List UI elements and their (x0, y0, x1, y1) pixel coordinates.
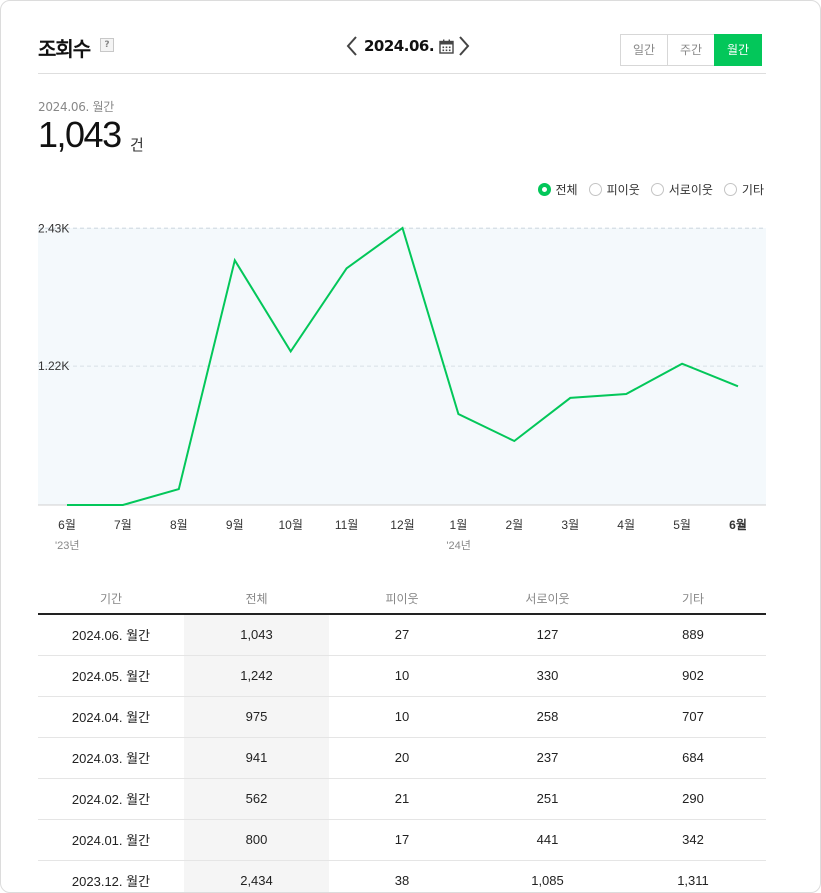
table-cell: 20 (329, 737, 475, 779)
table-cell: 38 (329, 860, 475, 892)
period-toggle: 일간 주간 월간 (620, 34, 762, 66)
x-tick-label: 12월 (390, 518, 414, 532)
page-title: 조회수 (38, 37, 91, 61)
period-weekly-button[interactable]: 주간 (667, 34, 715, 66)
table-cell: 127 (475, 614, 620, 656)
table-header-row: 기간 전체 피이웃 서로이웃 기타 (38, 584, 766, 615)
radio-icon (650, 183, 664, 196)
x-tick-label: 5월 (673, 518, 691, 532)
calendar-icon[interactable] (438, 38, 454, 54)
filter-label: 기타 (741, 183, 764, 197)
views-card: 조회수 ? 2024.06. 일간 주간 월간 2024.06. 월간 1,04… (0, 0, 821, 893)
filter-label: 전체 (555, 183, 578, 197)
table-row: 2024.06. 월간 1,043 27 127 889 (38, 614, 766, 656)
table-cell: 1,085 (475, 860, 620, 892)
table-cell: 1,311 (620, 860, 766, 892)
next-chevron-icon[interactable] (454, 33, 474, 59)
x-tick-label: 6월 (729, 517, 747, 532)
x-year-label: '24년 (446, 539, 470, 552)
table-cell: 889 (620, 614, 766, 656)
table-cell: 10 (329, 696, 475, 738)
table-cell: 251 (475, 778, 620, 820)
table-cell: 237 (475, 737, 620, 779)
y-tick-label: 1.22K (38, 359, 69, 373)
filter-neighbor[interactable]: 피이웃 (588, 181, 640, 198)
table-row: 2024.04. 월간 975 10 258 707 (38, 696, 766, 738)
x-tick-label: 2월 (505, 518, 523, 532)
table-cell: 941 (184, 737, 329, 779)
current-date-label: 2024.06. (364, 37, 435, 55)
filter-label: 서로이웃 (668, 183, 713, 197)
col-other: 기타 (620, 584, 766, 615)
col-mutual: 서로이웃 (475, 584, 620, 615)
x-tick-label: 9월 (226, 518, 244, 532)
col-total: 전체 (184, 584, 329, 615)
x-year-label: '23년 (55, 539, 79, 552)
header-divider (38, 73, 766, 74)
filter-other[interactable]: 기타 (723, 181, 764, 198)
table-cell: 800 (184, 819, 329, 861)
table-row: 2024.02. 월간 562 21 251 290 (38, 778, 766, 820)
summary-period-label: 2024.06. 월간 (38, 100, 115, 114)
radio-icon (723, 183, 737, 196)
table-cell: 330 (475, 655, 620, 697)
table-cell: 17 (329, 819, 475, 861)
x-tick-label: 3월 (561, 518, 579, 532)
table-row: 2023.12. 월간 2,434 38 1,085 1,311 (38, 860, 766, 892)
x-tick-label: 7월 (114, 518, 132, 532)
table-row: 2024.03. 월간 941 20 237 684 (38, 737, 766, 779)
radio-selected-icon (537, 183, 551, 196)
views-line-chart: 1.22K 2.43K 6월 7월 8월 9월 10월 11월 12월 1월 2월 3월 4월 5월 6월 '… (38, 221, 766, 552)
table-cell: 1,242 (184, 655, 329, 697)
table-cell: 2024.02. 월간 (38, 778, 184, 820)
table-cell: 10 (329, 655, 475, 697)
table-cell: 2023.12. 월간 (38, 860, 184, 892)
filter-label: 피이웃 (606, 183, 640, 197)
x-tick-label: 11월 (335, 518, 359, 532)
x-tick-label: 1월 (450, 518, 468, 532)
date-navigator: 2024.06. (342, 33, 474, 59)
x-tick-label: 10월 (278, 518, 302, 532)
table-cell: 27 (329, 614, 475, 656)
table-cell: 707 (620, 696, 766, 738)
table-cell: 342 (620, 819, 766, 861)
views-table: 기간 전체 피이웃 서로이웃 기타 2024.06. 월간 1,043 27 127 8… (38, 584, 766, 892)
table-cell: 684 (620, 737, 766, 779)
table-cell: 2024.01. 월간 (38, 819, 184, 861)
table-cell: 2024.05. 월간 (38, 655, 184, 697)
table-cell: 258 (475, 696, 620, 738)
x-tick-label: 6월 (58, 518, 76, 532)
table-cell: 1,043 (184, 614, 329, 656)
table-cell: 21 (329, 778, 475, 820)
radio-icon (588, 183, 602, 196)
table-cell: 2024.03. 월간 (38, 737, 184, 779)
prev-chevron-icon[interactable] (342, 33, 362, 59)
table-cell: 902 (620, 655, 766, 697)
x-tick-label: 4월 (617, 518, 635, 532)
table-cell: 2024.06. 월간 (38, 614, 184, 656)
period-daily-button[interactable]: 일간 (620, 34, 668, 66)
table-cell: 2024.04. 월간 (38, 696, 184, 738)
filter-all[interactable]: 전체 (537, 181, 578, 198)
table-cell: 2,434 (184, 860, 329, 892)
filter-mutual-neighbor[interactable]: 서로이웃 (650, 181, 713, 198)
summary-value: 1,043 (38, 114, 122, 155)
period-monthly-button[interactable]: 월간 (714, 34, 762, 66)
series-filter: 전체 피이웃 서로이웃 기타 (537, 181, 764, 198)
x-tick-label: 8월 (170, 518, 188, 532)
table-row: 2024.01. 월간 800 17 441 342 (38, 819, 766, 861)
y-tick-label: 2.43K (38, 221, 69, 235)
help-icon[interactable]: ? (100, 38, 114, 52)
table-cell: 441 (475, 819, 620, 861)
table-cell: 562 (184, 778, 329, 820)
summary-unit: 건 (130, 136, 144, 154)
table-cell: 975 (184, 696, 329, 738)
col-neighbor: 피이웃 (329, 584, 475, 615)
table-row: 2024.05. 월간 1,242 10 330 902 (38, 655, 766, 697)
table-cell: 290 (620, 778, 766, 820)
col-period: 기간 (38, 584, 184, 615)
